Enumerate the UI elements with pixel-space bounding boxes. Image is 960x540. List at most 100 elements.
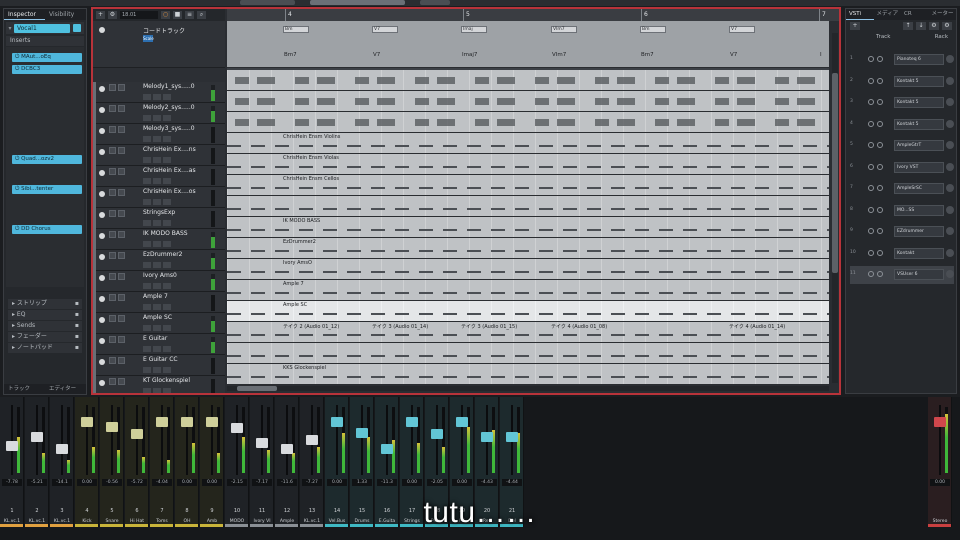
read-automation-button[interactable] bbox=[143, 346, 151, 352]
output-routing-icon[interactable] bbox=[946, 98, 954, 106]
track-name[interactable]: ChrisHein Ex....as bbox=[143, 167, 213, 174]
output-routing-icon[interactable] bbox=[946, 184, 954, 192]
track-lane[interactable]: KKS Glockenspiel bbox=[227, 364, 829, 385]
chord-event-box[interactable]: Bm bbox=[283, 26, 309, 33]
fader-value[interactable]: -5.21 bbox=[27, 479, 47, 486]
edit-instrument-icon[interactable] bbox=[877, 185, 883, 191]
tab-vsti[interactable]: VSTi bbox=[846, 9, 874, 20]
track-lane[interactable]: Ample SC bbox=[227, 301, 829, 322]
channel-fader[interactable] bbox=[206, 417, 218, 427]
solo-button[interactable] bbox=[118, 357, 125, 364]
chord-track-header[interactable]: コードトラック Scale bbox=[93, 21, 225, 68]
track-header[interactable]: Ivory Ams0 bbox=[93, 271, 225, 292]
channel-fader[interactable] bbox=[356, 427, 368, 438]
stop-icon[interactable]: ■ bbox=[173, 11, 182, 19]
track-lane[interactable]: IK MODO BASS bbox=[227, 217, 829, 238]
output-routing-icon[interactable] bbox=[946, 141, 954, 149]
track-header[interactable]: Melody2_sys.....0 bbox=[93, 103, 225, 124]
rack-instrument-slot[interactable]: 10 Kontakt bbox=[850, 245, 954, 263]
instrument-name[interactable]: Pianoteq 6 bbox=[894, 54, 944, 65]
inspector-section[interactable]: ▸ ノートパッド ▪ bbox=[8, 343, 82, 353]
record-enable-icon[interactable] bbox=[99, 149, 105, 155]
transport-pill[interactable] bbox=[240, 0, 295, 5]
insert-slot[interactable]: ⏻ DCBC3 bbox=[12, 65, 82, 74]
record-enable-icon[interactable] bbox=[99, 275, 105, 281]
power-icon[interactable] bbox=[868, 120, 874, 127]
inspector-section[interactable]: ▸ Sends ▪ bbox=[8, 321, 82, 331]
solo-button[interactable] bbox=[118, 126, 125, 133]
fader-value[interactable]: 0.00 bbox=[452, 479, 472, 486]
position-display[interactable]: 18.01 bbox=[120, 11, 158, 19]
scale-tag[interactable]: Scale bbox=[143, 35, 154, 42]
output-routing-icon[interactable] bbox=[946, 76, 954, 85]
track-header[interactable]: Melody1_sys.....0 bbox=[93, 82, 225, 103]
fader-value[interactable]: -4.43 bbox=[477, 479, 497, 486]
monitor-button[interactable] bbox=[163, 199, 171, 205]
fader-value[interactable]: 0.00 bbox=[77, 479, 97, 486]
monitor-button[interactable] bbox=[163, 325, 171, 331]
instrument-name[interactable]: EZdrummer bbox=[894, 226, 944, 237]
fader-value[interactable]: -11.6 bbox=[277, 479, 297, 486]
channel-fader[interactable] bbox=[231, 423, 243, 433]
insert-slot[interactable]: ⏻ Sibi...tenter bbox=[12, 185, 82, 194]
fader-value[interactable]: -2.15 bbox=[227, 479, 247, 486]
edit-instrument-icon[interactable] bbox=[877, 99, 883, 105]
instrument-name[interactable]: AmpleGtrT bbox=[894, 140, 944, 151]
track-lane[interactable]: ChrisHein Ensm Violas bbox=[227, 154, 829, 175]
fader-value[interactable]: 0.00 bbox=[177, 479, 197, 486]
section-icon[interactable]: ▪ bbox=[75, 343, 79, 353]
write-automation-button[interactable] bbox=[153, 304, 161, 310]
write-automation-button[interactable] bbox=[153, 178, 161, 184]
power-icon[interactable] bbox=[868, 142, 874, 148]
track-settings-icon[interactable] bbox=[73, 24, 81, 32]
track-header[interactable]: Ample 7 bbox=[93, 292, 225, 313]
menu-icon[interactable]: ≡ bbox=[185, 11, 194, 19]
search-icon[interactable]: ⌕ bbox=[197, 11, 206, 19]
write-automation-button[interactable] bbox=[153, 283, 161, 289]
channel-fader[interactable] bbox=[306, 435, 318, 445]
monitor-button[interactable] bbox=[163, 178, 171, 184]
section-icon[interactable]: ▪ bbox=[75, 310, 79, 320]
write-automation-button[interactable] bbox=[153, 325, 161, 331]
monitor-button[interactable] bbox=[163, 346, 171, 352]
scroll-thumb[interactable] bbox=[237, 386, 277, 391]
write-automation-button[interactable] bbox=[153, 367, 161, 373]
read-automation-button[interactable] bbox=[143, 241, 151, 247]
instrument-name[interactable]: Kontakt bbox=[894, 247, 944, 259]
solo-button[interactable] bbox=[118, 168, 125, 175]
track-header[interactable]: Ample SC bbox=[93, 313, 225, 334]
track-name[interactable]: ChrisHein Ex....os bbox=[143, 188, 213, 195]
write-automation-button[interactable] bbox=[153, 136, 161, 142]
take-region-label[interactable]: テイク 3 (Audio 01_15) bbox=[461, 323, 517, 330]
event-display[interactable]: Bm V7 Imaj VIm7 Bm V7 Bm7 V7 Imaj7 VIm7 Bm7 V7 I Chr… bbox=[227, 21, 829, 385]
channel-fader[interactable] bbox=[156, 417, 168, 427]
fader-value[interactable]: -0.56 bbox=[102, 479, 122, 486]
channel-fader[interactable] bbox=[6, 441, 18, 451]
channel-fader[interactable] bbox=[506, 432, 518, 442]
track-name[interactable]: StringsExp bbox=[143, 209, 213, 216]
read-automation-button[interactable] bbox=[143, 157, 151, 163]
tab-inspector[interactable]: Inspector bbox=[4, 9, 45, 20]
inspector-track-selector[interactable]: ▾ Vocal1 bbox=[6, 22, 84, 34]
track-lane[interactable]: EzDrummer2 bbox=[227, 238, 829, 259]
track-lane[interactable] bbox=[227, 343, 829, 364]
tab-editor[interactable]: エディター bbox=[45, 384, 86, 394]
read-automation-button[interactable] bbox=[143, 325, 151, 331]
track-lane[interactable]: テイク 2 (Audio 01_12) テイク 3 (Audio 01_14) テイ… bbox=[227, 322, 829, 343]
record-enable-icon[interactable] bbox=[99, 27, 105, 33]
output-routing-icon[interactable] bbox=[946, 55, 954, 63]
fader-value[interactable]: -5.72 bbox=[127, 479, 147, 486]
output-routing-icon[interactable] bbox=[946, 248, 954, 257]
record-enable-icon[interactable] bbox=[99, 380, 105, 386]
record-enable-icon[interactable] bbox=[99, 296, 105, 302]
fader-value[interactable]: -4.44 bbox=[502, 479, 522, 486]
solo-button[interactable] bbox=[118, 147, 125, 154]
edit-instrument-icon[interactable] bbox=[877, 120, 883, 127]
write-automation-button[interactable] bbox=[153, 199, 161, 205]
solo-button[interactable] bbox=[118, 336, 125, 343]
record-enable-icon[interactable] bbox=[99, 233, 105, 239]
track-header[interactable]: IK MODO BASS bbox=[93, 229, 225, 250]
mute-button[interactable] bbox=[109, 105, 116, 112]
read-automation-button[interactable] bbox=[143, 136, 151, 142]
fader-value[interactable]: -4.04 bbox=[152, 479, 172, 486]
